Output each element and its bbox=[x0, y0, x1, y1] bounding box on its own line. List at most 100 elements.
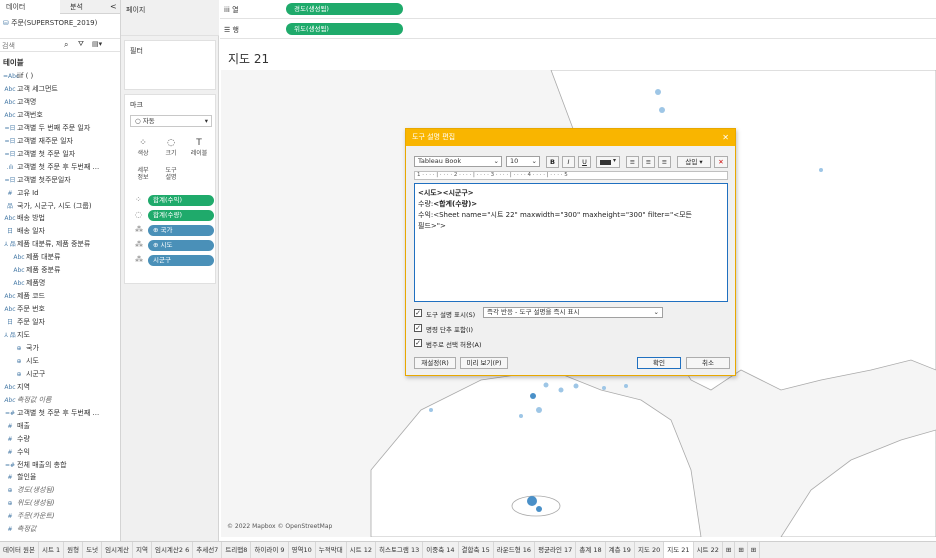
sheet-tab[interactable]: 누적막대 bbox=[316, 542, 347, 558]
insert-button[interactable]: 삽입 ▾ bbox=[677, 156, 711, 168]
field-item[interactable]: # 수익 bbox=[0, 446, 120, 458]
field-item[interactable]: 品 국가, 시군구, 시도 (그룹) bbox=[0, 200, 120, 212]
sheet-tab[interactable]: 시트 22 bbox=[694, 542, 723, 558]
mark-button[interactable]: ◌ 크기 bbox=[158, 136, 184, 162]
field-item[interactable]: Abc제품 코드 bbox=[0, 290, 120, 302]
sheet-tab[interactable]: 하이라이 9 bbox=[251, 542, 289, 558]
mark-pill[interactable]: ⊕ 국가 bbox=[148, 225, 214, 236]
filter-icon[interactable]: ⛛ bbox=[78, 40, 84, 49]
field-item[interactable]: Abc고객번호 bbox=[0, 109, 120, 121]
sheet-tab[interactable]: 계층 19 bbox=[606, 542, 635, 558]
mark-button[interactable]: 세부 정보 bbox=[130, 164, 156, 190]
sheet-tab[interactable]: 도넛 bbox=[83, 542, 103, 558]
sheet-tab[interactable]: 시트 12 bbox=[347, 542, 376, 558]
field-item[interactable]: =日고객별 첫주문일자 bbox=[0, 174, 120, 186]
field-item[interactable]: =日고객별 두 번째 주문 일자 bbox=[0, 122, 120, 134]
tab-data[interactable]: 데이터 bbox=[0, 0, 60, 14]
close-icon[interactable]: ✕ bbox=[722, 129, 729, 146]
field-item[interactable]: =Abciif ( ) bbox=[0, 70, 120, 82]
mark-button[interactable]: 도구 설명 bbox=[158, 164, 184, 190]
collapse-icon[interactable]: < bbox=[110, 2, 117, 11]
field-item[interactable]: # 할인율 bbox=[0, 471, 120, 483]
sheet-tab[interactable]: 총계 18 bbox=[576, 542, 606, 558]
field-item[interactable]: Abc측정값 이름 bbox=[0, 394, 120, 406]
sheet-tab[interactable]: 트리맵8 bbox=[222, 542, 252, 558]
mark-button[interactable]: ⁘ 색상 bbox=[130, 136, 156, 162]
sheet-tab[interactable]: 이중축 14 bbox=[423, 542, 459, 558]
bold-button[interactable]: B bbox=[546, 156, 559, 168]
search-icon[interactable]: ⌕ bbox=[64, 40, 68, 50]
sheet-tab[interactable]: 영역10 bbox=[289, 542, 316, 558]
preview-button[interactable]: 미리 보기(P) bbox=[460, 357, 508, 369]
cancel-button[interactable]: 취소 bbox=[686, 357, 730, 369]
field-item[interactable]: ⊕ 시도 bbox=[0, 355, 120, 367]
tooltip-text-editor[interactable]: <시도><시군구> 수량:<합계(수량)> 수익:<Sheet name="시트… bbox=[414, 183, 728, 302]
field-item[interactable]: ⅄ 品지도 bbox=[0, 329, 120, 341]
sheet-tab[interactable]: 원형 bbox=[64, 542, 84, 558]
columns-pill[interactable]: 경도(생성됨) bbox=[286, 3, 403, 15]
field-item[interactable]: # 수량 bbox=[0, 433, 120, 445]
mark-type-dropdown[interactable]: ○ 자동 ▾ bbox=[130, 115, 212, 127]
field-item[interactable]: Abc주문 번호 bbox=[0, 303, 120, 315]
font-color-button[interactable]: ▾ bbox=[596, 156, 620, 168]
sheet-tab[interactable]: 평균라인 17 bbox=[535, 542, 577, 558]
allow-selection-checkbox[interactable]: ✓ bbox=[414, 339, 422, 347]
sheet-tab[interactable]: 지도 21 bbox=[664, 542, 694, 558]
columns-shelf[interactable]: iii 열 경도(생성됨) bbox=[220, 0, 936, 19]
sheet-tab[interactable]: 히스토그램 13 bbox=[376, 542, 424, 558]
align-left-button[interactable]: ≡ bbox=[626, 156, 639, 168]
ok-button[interactable]: 확인 bbox=[637, 357, 681, 369]
field-item[interactable]: ⊕ 위도(생성됨) bbox=[0, 497, 120, 509]
field-item[interactable]: # 고유 Id bbox=[0, 187, 120, 199]
sheet-tab[interactable]: 임시계산 bbox=[102, 542, 133, 558]
datasource[interactable]: ⛁ 주문(SUPERSTORE_2019) bbox=[3, 18, 97, 28]
field-item[interactable]: # 측정값 bbox=[0, 523, 120, 535]
align-center-button[interactable]: ≡ bbox=[642, 156, 655, 168]
sheet-tab[interactable]: 결합축 15 bbox=[459, 542, 494, 558]
field-item[interactable]: Abc고객명 bbox=[0, 96, 120, 108]
filters-card[interactable]: 필터 bbox=[124, 40, 216, 90]
field-item[interactable]: Abc고객 세그먼트 bbox=[0, 83, 120, 95]
clear-formatting-button[interactable]: ✕ bbox=[714, 156, 728, 168]
sheet-tab[interactable]: 지역 bbox=[133, 542, 152, 558]
field-item[interactable]: Abc배송 방법 bbox=[0, 212, 120, 224]
field-item[interactable]: .ılı 고객별 첫 주문 후 두번째 ... bbox=[0, 161, 120, 173]
font-select[interactable]: Tableau Book ⌄ bbox=[414, 156, 502, 167]
sheet-tab[interactable]: 지도 20 bbox=[635, 542, 665, 558]
field-item[interactable]: ⊕ 경도(생성됨) bbox=[0, 484, 120, 496]
new-dashboard-icon[interactable]: ⊞ bbox=[735, 542, 748, 558]
include-command-buttons-checkbox[interactable]: ✓ bbox=[414, 324, 422, 332]
field-item[interactable]: Abc지역 bbox=[0, 381, 120, 393]
sheet-tab[interactable]: 라운드형 16 bbox=[494, 542, 536, 558]
field-item[interactable]: ⊕ 시군구 bbox=[0, 368, 120, 380]
pages-card[interactable]: 페이지 bbox=[121, 0, 219, 36]
new-story-icon[interactable]: ⊞ bbox=[748, 542, 761, 558]
align-right-button[interactable]: ≡ bbox=[658, 156, 671, 168]
view-options-icon[interactable]: ▤▾ bbox=[92, 40, 102, 48]
new-sheet-icon[interactable]: ⊞ bbox=[723, 542, 736, 558]
italic-button[interactable]: I bbox=[562, 156, 575, 168]
mark-pill[interactable]: 합계(수익) bbox=[148, 195, 214, 206]
field-item[interactable]: # 매출 bbox=[0, 420, 120, 432]
mark-pill[interactable]: 합계(수량) bbox=[148, 210, 214, 221]
font-size-select[interactable]: 10 ⌄ bbox=[506, 156, 540, 167]
search-input[interactable] bbox=[2, 40, 62, 51]
field-item[interactable]: Abc제품 대분류 bbox=[0, 251, 120, 263]
sheet-tab[interactable]: 추세선7 bbox=[193, 542, 223, 558]
show-tooltip-checkbox[interactable]: ✓ bbox=[414, 309, 422, 317]
reset-button[interactable]: 재설정(R) bbox=[414, 357, 456, 369]
field-item[interactable]: Abc제품명 bbox=[0, 277, 120, 289]
field-item[interactable]: =日고객별 첫 주문 일자 bbox=[0, 148, 120, 160]
field-item[interactable]: Abc제품 중분류 bbox=[0, 264, 120, 276]
field-item[interactable]: =日고객별 재주문 일자 bbox=[0, 135, 120, 147]
mark-button[interactable]: T 레이블 bbox=[186, 136, 212, 162]
mark-pill[interactable]: 시군구 bbox=[148, 255, 214, 266]
field-item[interactable]: 日 배송 일자 bbox=[0, 225, 120, 237]
tooltip-behavior-select[interactable]: 즉각 반응 - 도구 설명을 즉시 표시 ⌄ bbox=[483, 307, 663, 318]
field-item[interactable]: =# 고객별 첫 주문 후 두번째 ... bbox=[0, 407, 120, 419]
mark-pill[interactable]: ⊕ 시도 bbox=[148, 240, 214, 251]
field-item[interactable]: 日 주문 일자 bbox=[0, 316, 120, 328]
rows-pill[interactable]: 위도(생성됨) bbox=[286, 23, 403, 35]
field-item[interactable]: =# 전체 매출의 총합 bbox=[0, 459, 120, 471]
tab-data-source[interactable]: 데이터 원본 bbox=[0, 542, 39, 558]
